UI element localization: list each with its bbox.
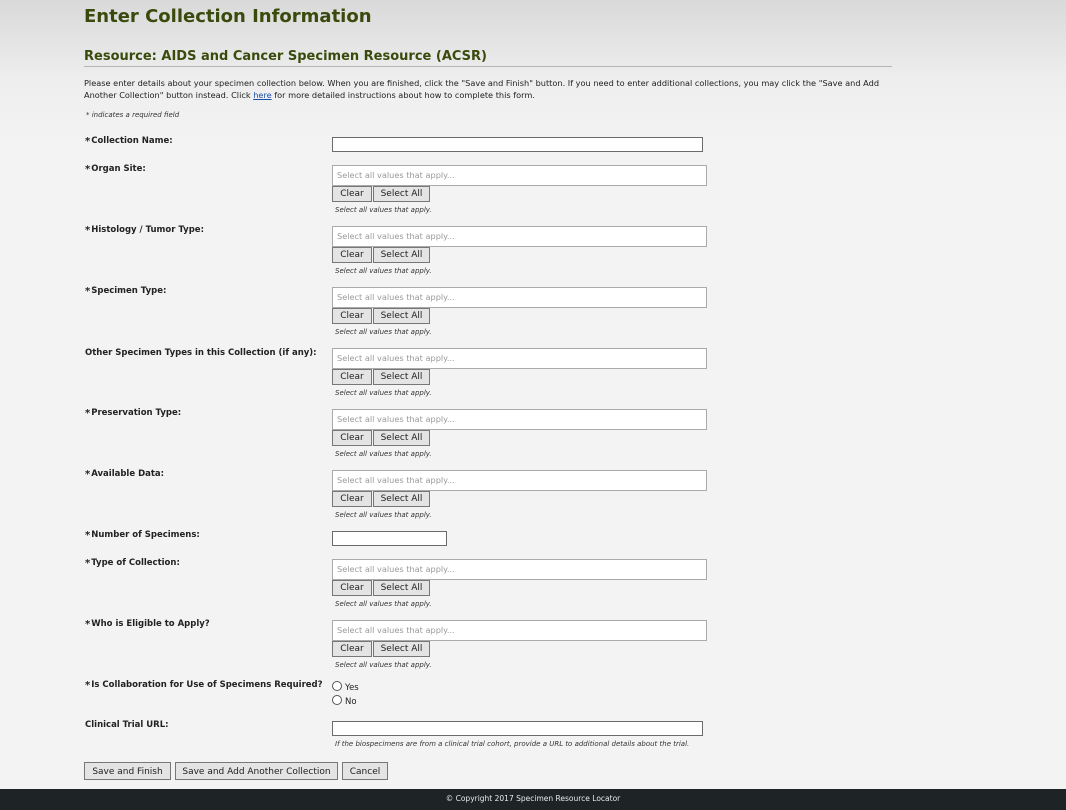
- type-of-collection-label: *Type of Collection:: [85, 558, 180, 569]
- required-field-note: * indicates a required field: [86, 111, 180, 119]
- histology-hint: Select all values that apply.: [335, 267, 432, 275]
- organ-site-label-text: Organ Site:: [91, 164, 146, 174]
- other-specimen-types-label-text: Other Specimen Types in this Collection …: [85, 348, 317, 358]
- required-star: *: [85, 225, 91, 236]
- who-is-eligible-select-all-button[interactable]: Select All: [373, 641, 430, 657]
- radio-yes[interactable]: [332, 681, 342, 691]
- who-is-eligible-multiselect[interactable]: Select all values that apply...: [332, 620, 707, 641]
- number-of-specimens-label-text: Number of Specimens:: [91, 530, 200, 540]
- available-data-label: *Available Data:: [85, 469, 164, 480]
- preservation-type-multiselect[interactable]: Select all values that apply...: [332, 409, 707, 430]
- instructions-link[interactable]: here: [253, 90, 271, 100]
- save-and-finish-button[interactable]: Save and Finish: [84, 762, 171, 780]
- required-star: *: [85, 286, 91, 297]
- histology-clear-button[interactable]: Clear: [332, 247, 372, 263]
- type-of-collection-placeholder: Select all values that apply...: [337, 564, 455, 574]
- number-of-specimens-label: *Number of Specimens:: [85, 530, 200, 541]
- required-star: *: [85, 619, 91, 630]
- available-data-select-all-button[interactable]: Select All: [373, 491, 430, 507]
- organ-site-hint: Select all values that apply.: [335, 206, 432, 214]
- histology-placeholder: Select all values that apply...: [337, 231, 455, 241]
- preservation-type-hint: Select all values that apply.: [335, 450, 432, 458]
- histology-label-text: Histology / Tumor Type:: [91, 225, 204, 235]
- clinical-trial-url-label: Clinical Trial URL:: [85, 720, 169, 730]
- collection-name-label: *Collection Name:: [85, 136, 173, 147]
- required-star: *: [85, 469, 91, 480]
- number-of-specimens-input[interactable]: [332, 531, 447, 546]
- cancel-button[interactable]: Cancel: [342, 762, 388, 780]
- intro-text-part2: for more detailed instructions about how…: [271, 90, 535, 100]
- available-data-clear-button[interactable]: Clear: [332, 491, 372, 507]
- specimen-type-select-all-button[interactable]: Select All: [373, 308, 430, 324]
- collaboration-yes-label: Yes: [345, 683, 359, 693]
- other-specimen-types-placeholder: Select all values that apply...: [337, 353, 455, 363]
- who-is-eligible-placeholder: Select all values that apply...: [337, 625, 455, 635]
- organ-site-clear-button[interactable]: Clear: [332, 186, 372, 202]
- collection-form-page: Enter Collection Information Resource: A…: [0, 0, 1066, 789]
- available-data-multiselect[interactable]: Select all values that apply...: [332, 470, 707, 491]
- footer: © Copyright 2017 Specimen Resource Locat…: [0, 789, 1066, 810]
- other-specimen-types-label: Other Specimen Types in this Collection …: [85, 348, 317, 358]
- available-data-placeholder: Select all values that apply...: [337, 475, 455, 485]
- available-data-label-text: Available Data:: [91, 469, 165, 479]
- clinical-trial-url-hint: If the biospecimens are from a clinical …: [335, 740, 690, 748]
- who-is-eligible-hint: Select all values that apply.: [335, 661, 432, 669]
- who-is-eligible-clear-button[interactable]: Clear: [332, 641, 372, 657]
- other-specimen-types-clear-button[interactable]: Clear: [332, 369, 372, 385]
- specimen-type-hint: Select all values that apply.: [335, 328, 432, 336]
- collection-name-input[interactable]: [332, 137, 703, 152]
- clinical-trial-url-input[interactable]: [332, 721, 703, 736]
- required-star: *: [85, 680, 91, 691]
- required-star: *: [85, 136, 91, 147]
- organ-site-placeholder: Select all values that apply...: [337, 170, 455, 180]
- preservation-type-select-all-button[interactable]: Select All: [373, 430, 430, 446]
- required-star: *: [85, 164, 91, 175]
- collaboration-label: *Is Collaboration for Use of Specimens R…: [85, 680, 323, 691]
- organ-site-select-all-button[interactable]: Select All: [373, 186, 430, 202]
- preservation-type-label: *Preservation Type:: [85, 408, 181, 419]
- preservation-type-clear-button[interactable]: Clear: [332, 430, 372, 446]
- page-title: Enter Collection Information: [84, 6, 372, 27]
- type-of-collection-label-text: Type of Collection:: [91, 558, 180, 568]
- specimen-type-placeholder: Select all values that apply...: [337, 292, 455, 302]
- required-star: *: [85, 558, 91, 569]
- who-is-eligible-label: *Who is Eligible to Apply?: [85, 619, 210, 630]
- other-specimen-types-select-all-button[interactable]: Select All: [373, 369, 430, 385]
- footer-copyright: © Copyright 2017 Specimen Resource Locat…: [445, 794, 621, 803]
- who-is-eligible-label-text: Who is Eligible to Apply?: [91, 619, 210, 629]
- radio-no[interactable]: [332, 695, 342, 705]
- collaboration-yes-option[interactable]: Yes: [332, 681, 359, 693]
- type-of-collection-select-all-button[interactable]: Select All: [373, 580, 430, 596]
- histology-select-all-button[interactable]: Select All: [373, 247, 430, 263]
- collaboration-label-text: Is Collaboration for Use of Specimens Re…: [91, 680, 323, 690]
- intro-text: Please enter details about your specimen…: [84, 77, 894, 101]
- other-specimen-types-hint: Select all values that apply.: [335, 389, 432, 397]
- save-and-add-another-button[interactable]: Save and Add Another Collection: [175, 762, 338, 780]
- required-star: *: [85, 408, 91, 419]
- specimen-type-multiselect[interactable]: Select all values that apply...: [332, 287, 707, 308]
- organ-site-multiselect[interactable]: Select all values that apply...: [332, 165, 707, 186]
- type-of-collection-clear-button[interactable]: Clear: [332, 580, 372, 596]
- clinical-trial-url-label-text: Clinical Trial URL:: [85, 720, 169, 730]
- required-star: *: [85, 530, 91, 541]
- collection-name-label-text: Collection Name:: [91, 136, 173, 146]
- resource-heading: Resource: AIDS and Cancer Specimen Resou…: [84, 49, 892, 67]
- specimen-type-label-text: Specimen Type:: [91, 286, 167, 296]
- specimen-type-clear-button[interactable]: Clear: [332, 308, 372, 324]
- collaboration-no-label: No: [345, 697, 357, 707]
- histology-multiselect[interactable]: Select all values that apply...: [332, 226, 707, 247]
- specimen-type-label: *Specimen Type:: [85, 286, 166, 297]
- type-of-collection-hint: Select all values that apply.: [335, 600, 432, 608]
- available-data-hint: Select all values that apply.: [335, 511, 432, 519]
- organ-site-label: *Organ Site:: [85, 164, 146, 175]
- preservation-type-label-text: Preservation Type:: [91, 408, 182, 418]
- collaboration-no-option[interactable]: No: [332, 695, 357, 707]
- preservation-type-placeholder: Select all values that apply...: [337, 414, 455, 424]
- other-specimen-types-multiselect[interactable]: Select all values that apply...: [332, 348, 707, 369]
- histology-label: *Histology / Tumor Type:: [85, 225, 204, 236]
- type-of-collection-multiselect[interactable]: Select all values that apply...: [332, 559, 707, 580]
